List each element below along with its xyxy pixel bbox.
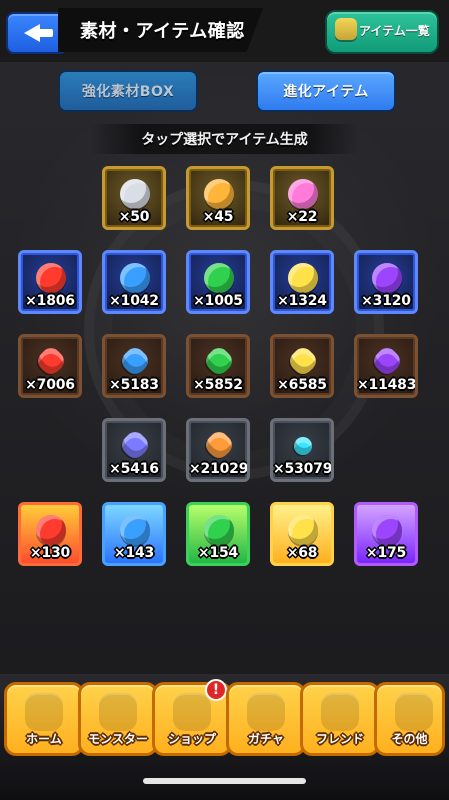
item-quantity: ×11483 (357, 377, 417, 393)
item-tile[interactable]: ×5183 (102, 334, 166, 398)
nav-gacha[interactable]: ガチャ (226, 682, 306, 756)
water-beast-icon (120, 515, 150, 545)
home-icon (25, 693, 63, 731)
item-tile[interactable]: ×21029 (186, 418, 250, 482)
wood-orb-icon (204, 263, 234, 293)
fire-beast-icon (36, 515, 66, 545)
nav-more-label: その他 (391, 732, 428, 746)
wood-beast-icon (204, 515, 234, 545)
item-tile[interactable]: ×45 (186, 166, 250, 230)
item-quantity: ×45 (202, 209, 234, 225)
item-quantity: ×53079 (273, 461, 333, 477)
item-quantity: ×130 (29, 545, 71, 561)
item-quantity: ×50 (118, 209, 150, 225)
item-tile[interactable]: ×3120 (354, 250, 418, 314)
item-tile[interactable]: ×1042 (102, 250, 166, 314)
notification-badge: ! (205, 679, 227, 701)
item-tile[interactable]: ×7006 (18, 334, 82, 398)
shop-icon (173, 693, 211, 731)
rainbow-nine-icon (204, 179, 234, 209)
water-orb-icon (120, 263, 150, 293)
nav-friends[interactable]: フレンド (300, 682, 380, 756)
item-quantity: ×175 (365, 545, 407, 561)
item-quantity: ×1806 (25, 293, 75, 309)
item-quantity: ×1324 (277, 293, 327, 309)
item-quantity: ×21029 (189, 461, 249, 477)
item-tile[interactable]: ×53079 (270, 418, 334, 482)
item-tile[interactable]: ×130 (18, 502, 82, 566)
item-tile[interactable]: ×50 (102, 166, 166, 230)
amber-shard-icon (202, 428, 236, 462)
item-quantity: ×7006 (25, 377, 75, 393)
dark-crystal-icon (370, 344, 404, 378)
silver-emblem-icon (120, 179, 150, 209)
monster-icon (99, 693, 137, 731)
item-quantity: ×5183 (109, 377, 159, 393)
nav-home-label: ホーム (26, 732, 62, 746)
nav-more[interactable]: その他 (374, 682, 445, 756)
item-tile[interactable]: ×1005 (186, 250, 250, 314)
bottom-navigation: ホーム モンスター ! ショップ ガチャ フレンド その他 (0, 674, 449, 800)
gacha-icon (247, 693, 285, 731)
nav-monster-label: モンスター (88, 732, 148, 746)
item-tile[interactable]: ×22 (270, 166, 334, 230)
light-beast-icon (288, 515, 318, 545)
item-tile[interactable]: ×11483 (354, 334, 418, 398)
friends-icon (321, 693, 359, 731)
item-quantity: ×68 (286, 545, 318, 561)
rainbow-orb-icon (288, 179, 318, 209)
item-tile[interactable]: ×175 (354, 502, 418, 566)
item-tile[interactable]: ×5852 (186, 334, 250, 398)
home-indicator (143, 778, 306, 784)
item-quantity: ×6585 (277, 377, 327, 393)
item-quantity: ×5852 (193, 377, 243, 393)
cyan-shard-icon (290, 433, 316, 459)
wood-crystal-icon (202, 344, 236, 378)
prism-shard-icon (118, 428, 152, 462)
item-quantity: ×3120 (361, 293, 411, 309)
nav-shop-label: ショップ (167, 732, 216, 746)
item-tile[interactable]: ×154 (186, 502, 250, 566)
item-tile[interactable]: ×68 (270, 502, 334, 566)
item-tile[interactable]: ×5416 (102, 418, 166, 482)
item-quantity: ×1042 (109, 293, 159, 309)
item-tile[interactable]: ×6585 (270, 334, 334, 398)
dark-beast-icon (372, 515, 402, 545)
item-quantity: ×143 (113, 545, 155, 561)
light-crystal-icon (286, 344, 320, 378)
item-tile[interactable]: ×1324 (270, 250, 334, 314)
nav-gacha-label: ガチャ (248, 732, 284, 746)
fire-orb-icon (36, 263, 66, 293)
fire-crystal-icon (34, 344, 68, 378)
water-crystal-icon (118, 344, 152, 378)
nav-shop[interactable]: ! ショップ (152, 679, 232, 756)
item-quantity: ×5416 (109, 461, 159, 477)
nav-home[interactable]: ホーム (4, 682, 84, 756)
item-quantity: ×154 (197, 545, 239, 561)
more-icon (395, 693, 433, 731)
light-orb-icon (288, 263, 318, 293)
item-quantity: ×1005 (193, 293, 243, 309)
item-quantity: ×22 (286, 209, 318, 225)
dark-orb-icon (372, 263, 402, 293)
item-tile[interactable]: ×143 (102, 502, 166, 566)
item-tile[interactable]: ×1806 (18, 250, 82, 314)
nav-monster[interactable]: モンスター (78, 682, 158, 756)
nav-friends-label: フレンド (315, 732, 364, 746)
